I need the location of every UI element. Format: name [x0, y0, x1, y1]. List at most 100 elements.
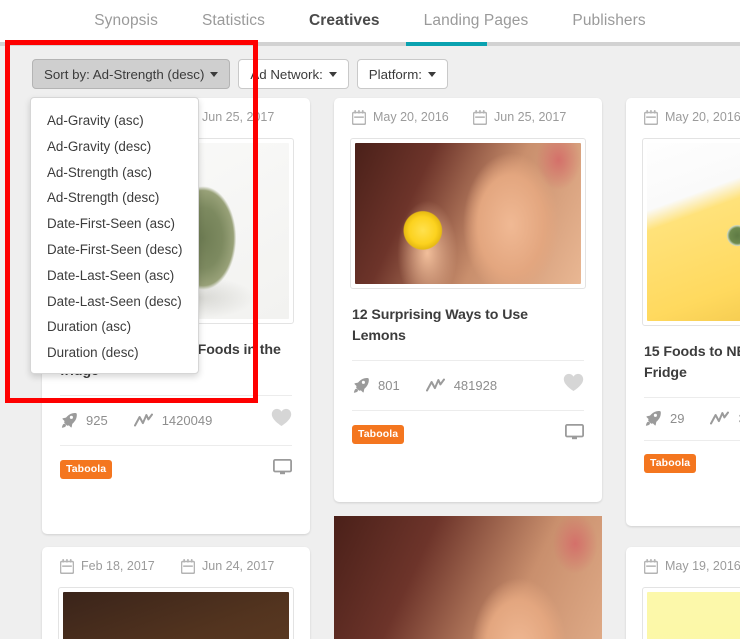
calendar-icon: [644, 109, 658, 125]
calendar-icon: [181, 558, 195, 574]
ad-gravity-stat: 29: [644, 410, 684, 427]
first-seen-date: May 19, 2016: [644, 558, 740, 574]
card-date-row: Feb 18, 2017 Jun 24, 2017: [42, 547, 310, 585]
platform-indicator: [272, 458, 293, 480]
sort-option-date-last-seen-asc[interactable]: Date-Last-Seen (asc): [31, 263, 198, 289]
ad-network-badge: Taboola: [352, 425, 405, 444]
chevron-down-icon: [428, 71, 436, 77]
calendar-icon: [473, 109, 487, 125]
ad-strength-stat: 1420049: [133, 412, 213, 428]
ad-gravity-value: 925: [86, 412, 108, 428]
first-seen-date: May 20, 2016: [644, 109, 740, 125]
rocket-icon: [645, 411, 661, 426]
tab-landing-pages[interactable]: Landing Pages: [402, 0, 551, 42]
sort-option-duration-asc[interactable]: Duration (asc): [31, 314, 198, 340]
filter-toolbar: Sort by: Ad-Strength (desc) Ad Network: …: [0, 46, 740, 92]
first-seen-date: May 20, 2016: [352, 109, 463, 125]
creative-card[interactable]: May 20, 2016 Jun 25, 2017 12 Surprising: [334, 98, 602, 502]
date-text: Jun 25, 2017: [202, 110, 275, 124]
platform-indicator: [564, 423, 585, 445]
card-stats: 801 481928: [334, 361, 602, 397]
date-text: Jun 25, 2017: [494, 110, 567, 124]
first-seen-date: Feb 18, 2017: [60, 558, 171, 574]
sort-option-duration-desc[interactable]: Duration (desc): [31, 340, 198, 366]
tab-creatives[interactable]: Creatives: [287, 0, 402, 42]
date-text: Jun 24, 2017: [202, 559, 275, 573]
card-date-row: May 19, 2016: [626, 547, 740, 585]
card-date-row: May 20, 2016: [626, 98, 740, 136]
ad-strength-value: 481928: [453, 377, 498, 393]
chart-line-icon: [425, 378, 445, 391]
sort-option-ad-gravity-asc[interactable]: Ad-Gravity (asc): [31, 108, 198, 134]
tab-statistics[interactable]: Statistics: [180, 0, 287, 42]
sort-option-ad-gravity-desc[interactable]: Ad-Gravity (desc): [31, 134, 198, 160]
monitor-icon: [564, 423, 585, 440]
chevron-down-icon: [210, 71, 219, 77]
ad-gravity-value: 29: [670, 411, 685, 426]
sort-option-ad-strength-asc[interactable]: Ad-Strength (asc): [31, 160, 198, 186]
card-stats: 925 1420049: [42, 396, 310, 432]
last-seen-date: Jun 24, 2017: [181, 558, 292, 574]
rocket-icon: [353, 377, 369, 393]
creative-thumbnail-frame[interactable]: [58, 587, 294, 639]
ad-gravity-stat: 801: [352, 377, 400, 394]
ad-strength-stat: 381: [710, 411, 740, 426]
sort-option-ad-strength-desc[interactable]: Ad-Strength (desc): [31, 185, 198, 211]
ad-network-badge: Taboola: [644, 454, 697, 473]
creative-card[interactable]: Feb 18, 2017 Jun 24, 2017: [42, 547, 310, 639]
app-root: Synopsis Statistics Creatives Landing Pa…: [0, 0, 740, 639]
ad-strength-stat: 481928: [425, 377, 498, 393]
heart-icon: [271, 408, 292, 426]
card-footer: Taboola: [334, 411, 602, 459]
creative-thumbnail-frame[interactable]: [642, 587, 740, 639]
creative-thumbnail-frame[interactable]: [350, 138, 586, 289]
card-stats: 29 381: [626, 398, 740, 427]
ad-strength-value: 1420049: [161, 412, 213, 428]
creative-card[interactable]: May 20, 2016 15 Foods to NEVER Put in th…: [626, 98, 740, 526]
calendar-icon: [60, 558, 74, 574]
ad-gravity-value: 801: [378, 377, 400, 393]
creative-image: [647, 592, 740, 639]
creative-card[interactable]: [334, 516, 602, 639]
favorite-button[interactable]: [271, 408, 292, 432]
rocket-icon: [61, 412, 77, 428]
main-tab-bar: Synopsis Statistics Creatives Landing Pa…: [0, 0, 740, 42]
sort-option-date-last-seen-desc[interactable]: Date-Last-Seen (desc): [31, 289, 198, 315]
card-footer: Taboola: [42, 446, 310, 494]
creative-title[interactable]: 12 Surprising Ways to Use Lemons: [334, 289, 602, 347]
ad-network-label: Ad Network:: [250, 66, 323, 82]
date-text: May 20, 2016: [665, 110, 740, 124]
ad-network-filter-button[interactable]: Ad Network:: [238, 59, 349, 89]
card-date-row: May 20, 2016 Jun 25, 2017: [334, 98, 602, 136]
date-text: May 19, 2016: [665, 559, 740, 573]
creative-thumbnail-frame[interactable]: [642, 138, 740, 326]
tab-synopsis[interactable]: Synopsis: [72, 0, 180, 42]
calendar-icon: [644, 558, 658, 574]
ad-network-badge: Taboola: [60, 460, 113, 479]
favorite-button[interactable]: [563, 373, 584, 397]
monitor-icon: [272, 458, 293, 475]
filter-group: Sort by: Ad-Strength (desc) Ad Network: …: [32, 59, 448, 89]
creative-image: [334, 516, 602, 639]
chart-line-icon: [710, 411, 730, 425]
chart-line-icon: [133, 413, 153, 426]
date-text: Feb 18, 2017: [81, 559, 155, 573]
creative-image: [647, 143, 740, 321]
tab-publishers[interactable]: Publishers: [550, 0, 667, 42]
creative-title[interactable]: 15 Foods to NEVER Put in the Fridge: [626, 326, 740, 384]
creative-card[interactable]: May 19, 2016: [626, 547, 740, 639]
sort-by-button[interactable]: Sort by: Ad-Strength (desc): [32, 59, 231, 89]
calendar-icon: [352, 109, 366, 125]
platform-label: Platform:: [368, 66, 422, 82]
sort-option-date-first-seen-asc[interactable]: Date-First-Seen (asc): [31, 211, 198, 237]
sort-dropdown-menu[interactable]: Ad-Gravity (asc) Ad-Gravity (desc) Ad-St…: [30, 97, 199, 374]
sort-by-label: Sort by: Ad-Strength (desc): [44, 66, 205, 82]
creative-image: [63, 592, 289, 639]
ad-gravity-stat: 925: [60, 412, 108, 429]
card-footer: Taboola: [626, 441, 740, 487]
creative-image: [355, 143, 581, 284]
chevron-down-icon: [328, 71, 337, 77]
sort-option-date-first-seen-desc[interactable]: Date-First-Seen (desc): [31, 237, 198, 263]
platform-filter-button[interactable]: Platform:: [356, 59, 448, 89]
heart-icon: [563, 373, 584, 391]
